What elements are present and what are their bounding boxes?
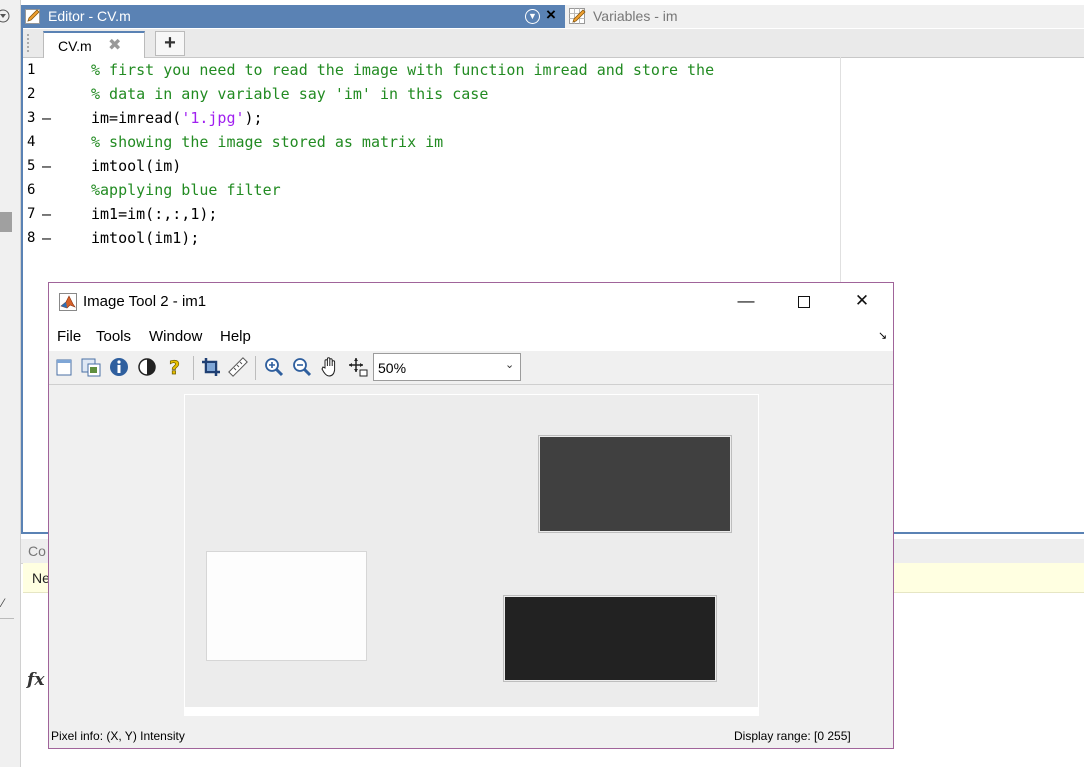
code-token-comment: % data in any variable say 'im' in this … bbox=[91, 85, 489, 103]
menu-help[interactable]: Help bbox=[220, 328, 251, 345]
pixel-region-icon[interactable] bbox=[347, 356, 369, 378]
matlab-logo-icon bbox=[59, 293, 77, 311]
tab-label: CV.m bbox=[58, 38, 92, 54]
crop-icon[interactable] bbox=[200, 356, 222, 378]
pixel-info-label: Pixel info: (X, Y) Intensity bbox=[51, 729, 185, 743]
zoom-value: 50% bbox=[378, 360, 407, 376]
editor-pencil-icon bbox=[25, 8, 41, 24]
code-token-code: imtool(im) bbox=[91, 157, 182, 175]
display-range-label: Display range: [0 255] bbox=[734, 729, 851, 743]
editor-tabbar: CV.m ✖ + bbox=[23, 29, 1084, 58]
breakpoint-marker[interactable]: – bbox=[42, 202, 54, 226]
code-text[interactable]: % showing the image stored as matrix im bbox=[91, 130, 443, 154]
image-tool-window: Image Tool 2 - im1 — ✕ File Tools Window… bbox=[48, 282, 894, 749]
command-window-title: Co bbox=[28, 543, 46, 559]
pan-hand-icon[interactable] bbox=[319, 356, 341, 378]
line-number: 4 bbox=[27, 134, 36, 150]
image-tool-title: Image Tool 2 - im1 bbox=[83, 293, 207, 310]
info-icon[interactable] bbox=[108, 356, 130, 378]
line-number: 6 bbox=[27, 182, 36, 198]
zoom-select[interactable]: 50% ⌄ bbox=[373, 353, 521, 381]
code-token-code: im1=im(:,:,1); bbox=[91, 205, 218, 223]
code-token-code: imtool(im1); bbox=[91, 229, 200, 247]
variables-title: Variables - im bbox=[593, 8, 678, 24]
overview-icon[interactable] bbox=[80, 356, 102, 378]
code-token-string: '1.jpg' bbox=[181, 109, 245, 127]
variables-titlebar[interactable]: Variables - im bbox=[565, 5, 1084, 29]
editor-close-icon[interactable]: × bbox=[546, 5, 556, 25]
code-token-comment: %applying blue filter bbox=[91, 181, 281, 199]
svg-text:?: ? bbox=[169, 357, 180, 378]
menu-file[interactable]: File bbox=[57, 328, 81, 345]
breakpoint-marker[interactable]: – bbox=[42, 226, 54, 250]
black-fill bbox=[505, 597, 715, 680]
dock-arrow-icon[interactable]: ↘ bbox=[878, 329, 887, 342]
tabbar-grip bbox=[27, 34, 31, 52]
code-token-code: im=imread( bbox=[91, 109, 182, 127]
code-token-comment: % first you need to read the image with … bbox=[91, 61, 715, 79]
code-text[interactable]: imtool(im) bbox=[91, 154, 181, 178]
scroll-marker bbox=[0, 212, 12, 232]
toolbar-separator bbox=[193, 356, 194, 380]
toolbar-separator bbox=[255, 356, 256, 380]
dropdown-circle-icon[interactable] bbox=[0, 9, 11, 23]
editor-title: Editor - CV.m bbox=[48, 8, 131, 24]
new-figure-icon[interactable] bbox=[53, 356, 75, 378]
help-icon[interactable]: ? bbox=[164, 356, 186, 380]
menu-window[interactable]: Window bbox=[149, 328, 202, 345]
code-text[interactable]: % first you need to read the image with … bbox=[91, 58, 714, 82]
desktop-left-strip: ⁄ bbox=[0, 0, 21, 767]
code-text[interactable]: %applying blue filter bbox=[91, 178, 281, 202]
line-number: 2 bbox=[27, 86, 36, 102]
chevron-down-icon: ⌄ bbox=[505, 359, 515, 371]
code-text[interactable]: % data in any variable say 'im' in this … bbox=[91, 82, 488, 106]
image-bottom-edge bbox=[185, 707, 758, 715]
code-token-comment: % showing the image stored as matrix im bbox=[91, 133, 444, 151]
line-number: 1 bbox=[27, 62, 36, 78]
new-tab-plus-icon[interactable]: + bbox=[155, 31, 185, 56]
white-rectangle bbox=[206, 551, 367, 661]
image-tool-menubar: File Tools Window Help ↘ bbox=[49, 320, 893, 352]
maximize-icon[interactable] bbox=[781, 285, 827, 317]
tab-close-icon[interactable]: ✖ bbox=[108, 35, 121, 55]
editor-actions-icon[interactable]: ▼ bbox=[525, 9, 540, 24]
minimize-icon[interactable]: — bbox=[723, 285, 769, 317]
image-tool-statusbar: Pixel info: (X, Y) Intensity Display ran… bbox=[49, 725, 893, 748]
tab-cv-m[interactable]: CV.m ✖ bbox=[43, 31, 145, 58]
chevron-icon[interactable]: ⁄ bbox=[2, 596, 4, 610]
fx-icon[interactable]: fx bbox=[27, 670, 44, 690]
image-tool-toolbar: ? 50% ⌄ bbox=[49, 351, 893, 385]
contrast-icon[interactable] bbox=[136, 356, 158, 378]
zoom-out-icon[interactable] bbox=[291, 356, 313, 378]
code-token-code: ); bbox=[244, 109, 263, 127]
code-text[interactable]: imtool(im1); bbox=[91, 226, 199, 250]
breakpoint-marker[interactable]: – bbox=[42, 154, 54, 178]
code-text[interactable]: im1=im(:,:,1); bbox=[91, 202, 217, 226]
black-rectangle bbox=[503, 595, 717, 682]
zoom-in-icon[interactable] bbox=[263, 356, 285, 378]
ruler-icon[interactable] bbox=[227, 356, 249, 378]
breakpoint-marker[interactable]: – bbox=[42, 106, 54, 130]
variables-grid-icon bbox=[569, 8, 586, 25]
image-tool-titlebar[interactable]: Image Tool 2 - im1 — ✕ bbox=[49, 283, 893, 320]
dark-gray-rectangle bbox=[538, 435, 732, 533]
code-text[interactable]: im=imread('1.jpg'); bbox=[91, 106, 263, 130]
menu-tools[interactable]: Tools bbox=[96, 328, 131, 345]
image-display[interactable] bbox=[184, 394, 759, 716]
dark-gray-fill bbox=[540, 437, 730, 531]
image-canvas-area[interactable] bbox=[49, 385, 893, 725]
editor-titlebar: Editor - CV.m ▼ × bbox=[21, 5, 565, 28]
close-icon[interactable]: ✕ bbox=[839, 285, 885, 317]
